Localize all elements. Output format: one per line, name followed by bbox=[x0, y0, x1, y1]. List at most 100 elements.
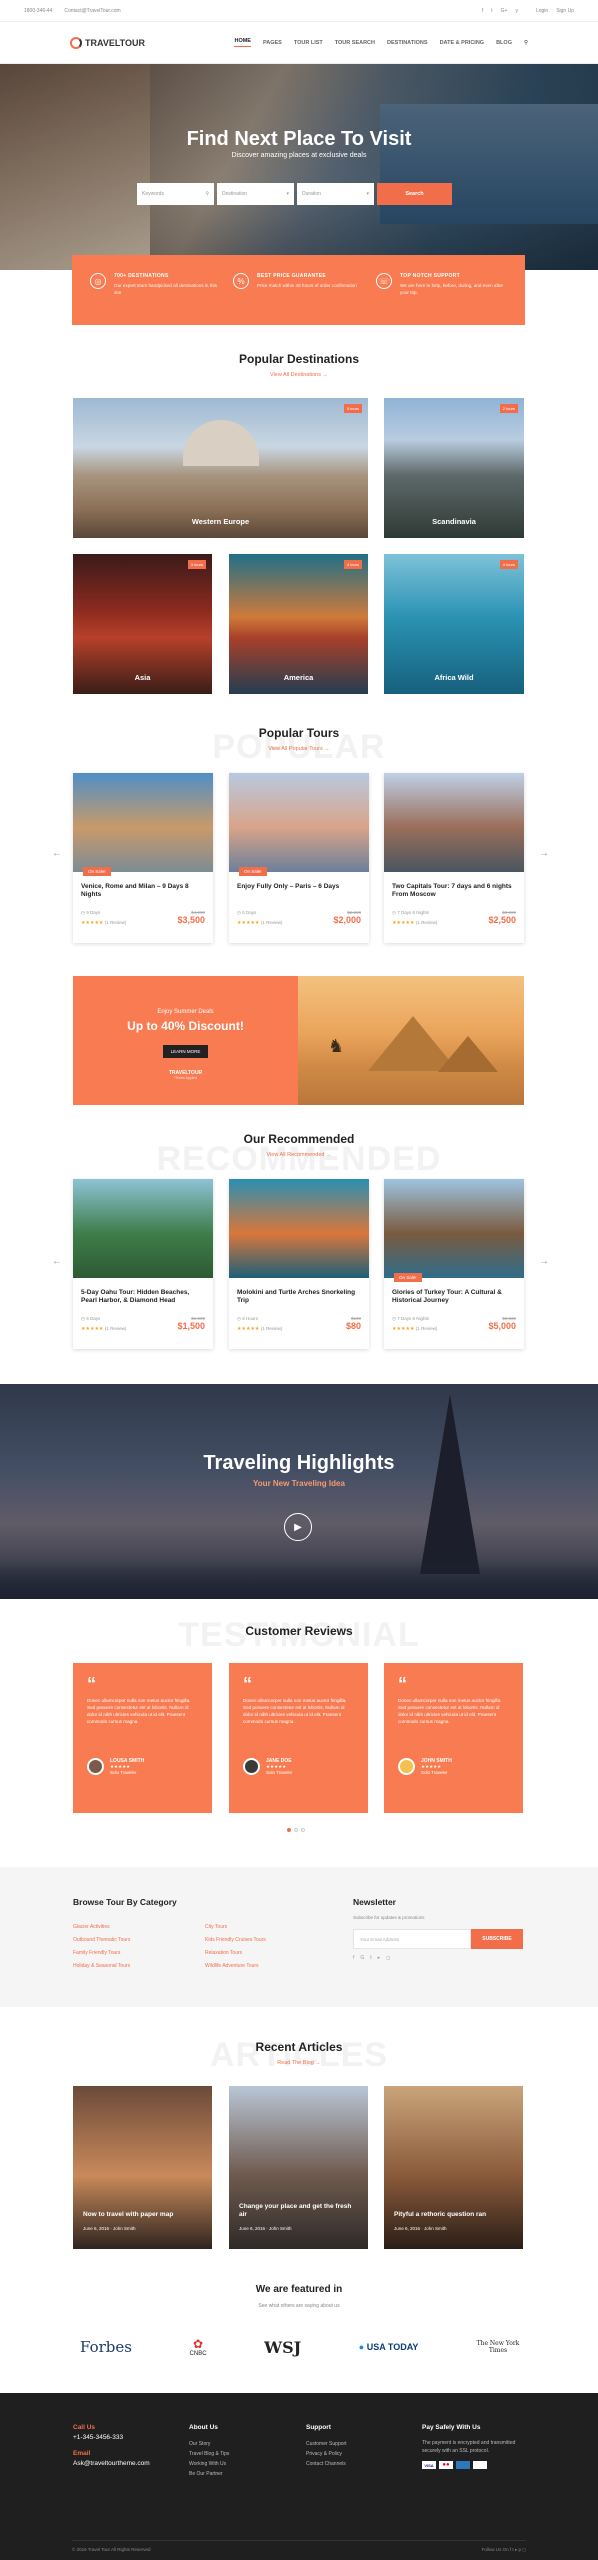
category-link[interactable]: Kids Friendly Cruises Tours bbox=[205, 1934, 266, 1947]
facebook-icon[interactable]: f bbox=[482, 8, 483, 14]
facebook-icon[interactable]: f bbox=[510, 2547, 511, 2552]
duration-select[interactable]: Duration ▾ bbox=[297, 183, 374, 205]
twitter-icon[interactable]: t bbox=[512, 2547, 513, 2552]
destination-card[interactable]: 5 tours Western Europe bbox=[73, 398, 368, 538]
subscribe-button[interactable]: SUBSCRIBE bbox=[471, 1929, 523, 1949]
article-title[interactable]: Now to travel with paper map bbox=[83, 2211, 202, 2219]
prev-arrow-icon[interactable]: ← bbox=[52, 1256, 62, 1267]
learn-more-button[interactable]: LEARN MORE bbox=[162, 1045, 209, 1058]
search-button[interactable]: Search bbox=[377, 183, 452, 205]
googleplus-icon[interactable]: G bbox=[360, 1955, 364, 1961]
destination-card[interactable]: 2 tours Scandinavia bbox=[384, 398, 524, 538]
tour-title[interactable]: Glories of Turkey Tour: A Cultural & His… bbox=[384, 1278, 524, 1316]
instagram-icon[interactable]: ◻ bbox=[386, 1955, 390, 1961]
category-link[interactable]: City Tours bbox=[205, 1921, 266, 1934]
youtube-icon[interactable]: ▸ bbox=[378, 1955, 381, 1961]
reviewer-role: Solo Traveler bbox=[421, 1770, 448, 1775]
signup-link[interactable]: Sign Up bbox=[556, 8, 574, 14]
instagram-icon[interactable]: ◻ bbox=[522, 2547, 526, 2552]
nav-tour-search[interactable]: TOUR SEARCH bbox=[335, 40, 375, 46]
footer-link[interactable]: Privacy & Policy bbox=[306, 2449, 347, 2459]
category-link[interactable]: Wildlife Adventure Tours bbox=[205, 1960, 266, 1973]
nav-home[interactable]: HOME bbox=[234, 38, 251, 47]
price: $80 bbox=[345, 1321, 361, 1331]
nav-blog[interactable]: BLOG bbox=[496, 40, 512, 46]
youtube-icon[interactable]: ▸ bbox=[515, 2547, 517, 2552]
hero-banner: Find Next Place To Visit Discover amazin… bbox=[0, 64, 598, 270]
logo[interactable]: TRAVELTOUR bbox=[70, 36, 145, 49]
pay-desc: The payment is encrypted and transmitted… bbox=[422, 2440, 516, 2454]
category-link[interactable]: Family Friendly Tours bbox=[73, 1947, 130, 1960]
tour-card[interactable]: On Sale! Enjoy Fully Only – Paris – 6 Day… bbox=[229, 773, 369, 943]
review-count: (1 Review) bbox=[415, 920, 438, 925]
login-link[interactable]: Login bbox=[536, 8, 548, 14]
article-card[interactable]: Now to travel with paper map June 6, 2016… bbox=[73, 2086, 212, 2249]
newsletter-desc: Subscribe for updates & promotions bbox=[353, 1915, 425, 1920]
tour-card[interactable]: Molokini and Turtle Arches Snorkeling Tr… bbox=[229, 1179, 369, 1349]
reviewer-role: Solo Traveler bbox=[110, 1770, 137, 1775]
twitter-icon[interactable]: t bbox=[370, 1955, 371, 1961]
search-icon[interactable]: ⚲ bbox=[524, 40, 528, 46]
view-tours-link[interactable]: View All Popular Tours → bbox=[0, 746, 598, 752]
dot[interactable] bbox=[294, 1828, 298, 1832]
tour-title[interactable]: Enjoy Fully Only – Paris – 6 Days bbox=[229, 872, 369, 910]
view-destinations-link[interactable]: View All Destinations → bbox=[0, 372, 598, 378]
article-title[interactable]: Change your place and get the fresh air bbox=[239, 2203, 358, 2219]
rating-stars: ★★★★★ bbox=[237, 920, 261, 926]
destination-card[interactable]: 3 tours Asia bbox=[73, 554, 212, 694]
category-link[interactable]: Outbound Thematic Tours bbox=[73, 1934, 130, 1947]
prev-arrow-icon[interactable]: ← bbox=[52, 848, 62, 859]
tour-card[interactable]: On Sale! Glories of Turkey Tour: A Cultur… bbox=[384, 1179, 524, 1349]
destination-select[interactable]: Destination ▾ bbox=[217, 183, 294, 205]
tour-title[interactable]: Venice, Rome and Milan – 9 Days 8 Nights bbox=[73, 872, 213, 910]
nav-pages[interactable]: PAGES bbox=[263, 40, 282, 46]
promo-terms: *Terms Applied bbox=[173, 1076, 198, 1080]
category-link[interactable]: Glacier Activities bbox=[73, 1921, 130, 1934]
view-recommended-link[interactable]: View All Recommended → bbox=[0, 1152, 598, 1158]
follow-label: Follow Us On bbox=[481, 2547, 509, 2552]
play-icon[interactable]: ▶ bbox=[284, 1513, 312, 1541]
tour-title[interactable]: 5-Day Oahu Tour: Hidden Beaches, Pearl H… bbox=[73, 1278, 213, 1316]
review-text: Donec ullamcorper nulla non metus auctor… bbox=[398, 1698, 502, 1724]
feature-item: % BEST PRICE GUARANTEE Price match within … bbox=[233, 273, 364, 325]
footer-phone: +1-345-3456-333 bbox=[73, 2434, 124, 2441]
destination-card[interactable]: 4 tours America bbox=[229, 554, 368, 694]
tour-card[interactable]: On Sale! Venice, Rome and Milan – 9 Days … bbox=[73, 773, 213, 943]
twitter-icon[interactable]: t bbox=[491, 8, 492, 14]
sale-badge: On Sale! bbox=[394, 1273, 422, 1282]
tour-title[interactable]: Two Capitals Tour: 7 days and 6 nights F… bbox=[384, 872, 524, 910]
footer-link[interactable]: Our Story bbox=[189, 2439, 229, 2449]
email-text[interactable]: Contact@TravelTour.com bbox=[64, 8, 120, 14]
footer-email[interactable]: Ask@traveltourtheme.com bbox=[73, 2459, 150, 2469]
category-link[interactable]: Relaxation Tours bbox=[205, 1947, 266, 1960]
youtube-icon[interactable]: y bbox=[515, 8, 518, 14]
nav-tour-list[interactable]: TOUR LIST bbox=[294, 40, 323, 46]
facebook-icon[interactable]: f bbox=[353, 1955, 354, 1961]
tour-card[interactable]: Two Capitals Tour: 7 days and 6 nights F… bbox=[384, 773, 524, 943]
footer-link[interactable]: Travel Blog & Tips bbox=[189, 2449, 229, 2459]
googleplus-icon[interactable]: G+ bbox=[501, 8, 508, 14]
avatar bbox=[243, 1758, 260, 1775]
footer-link[interactable]: Working With Us bbox=[189, 2459, 229, 2469]
destination-card[interactable]: 4 tours Africa Wild bbox=[384, 554, 524, 694]
footer-link[interactable]: Customer Support bbox=[306, 2439, 347, 2449]
dot[interactable] bbox=[301, 1828, 305, 1832]
article-card[interactable]: Pityful a rethoric question ran June 6, 2… bbox=[384, 2086, 523, 2249]
read-blog-link[interactable]: Read The Blog → bbox=[0, 2060, 598, 2066]
copyright-text: © 2016 Travel Tour All Rights Reserved bbox=[72, 2547, 151, 2552]
tour-card[interactable]: 5-Day Oahu Tour: Hidden Beaches, Pearl H… bbox=[73, 1179, 213, 1349]
next-arrow-icon[interactable]: → bbox=[539, 1256, 549, 1267]
nav-destinations[interactable]: DESTINATIONS bbox=[387, 40, 428, 46]
keywords-input[interactable]: Keywords ⚲ bbox=[137, 183, 214, 205]
category-link[interactable]: Holiday & Seasonal Tours bbox=[73, 1960, 130, 1973]
pinterest-icon[interactable]: p bbox=[518, 2547, 521, 2552]
nav-date-pricing[interactable]: DATE & PRICING bbox=[440, 40, 485, 46]
dot-active[interactable] bbox=[287, 1828, 291, 1832]
footer-link[interactable]: Be Our Partner bbox=[189, 2469, 229, 2479]
next-arrow-icon[interactable]: → bbox=[539, 848, 549, 859]
footer-link[interactable]: Contact Channels bbox=[306, 2459, 347, 2469]
article-card[interactable]: Change your place and get the fresh air J… bbox=[229, 2086, 368, 2249]
tour-title[interactable]: Molokini and Turtle Arches Snorkeling Tr… bbox=[229, 1278, 369, 1316]
article-title[interactable]: Pityful a rethoric question ran bbox=[394, 2211, 513, 2219]
newsletter-email-input[interactable]: Your Email Address bbox=[353, 1929, 471, 1949]
